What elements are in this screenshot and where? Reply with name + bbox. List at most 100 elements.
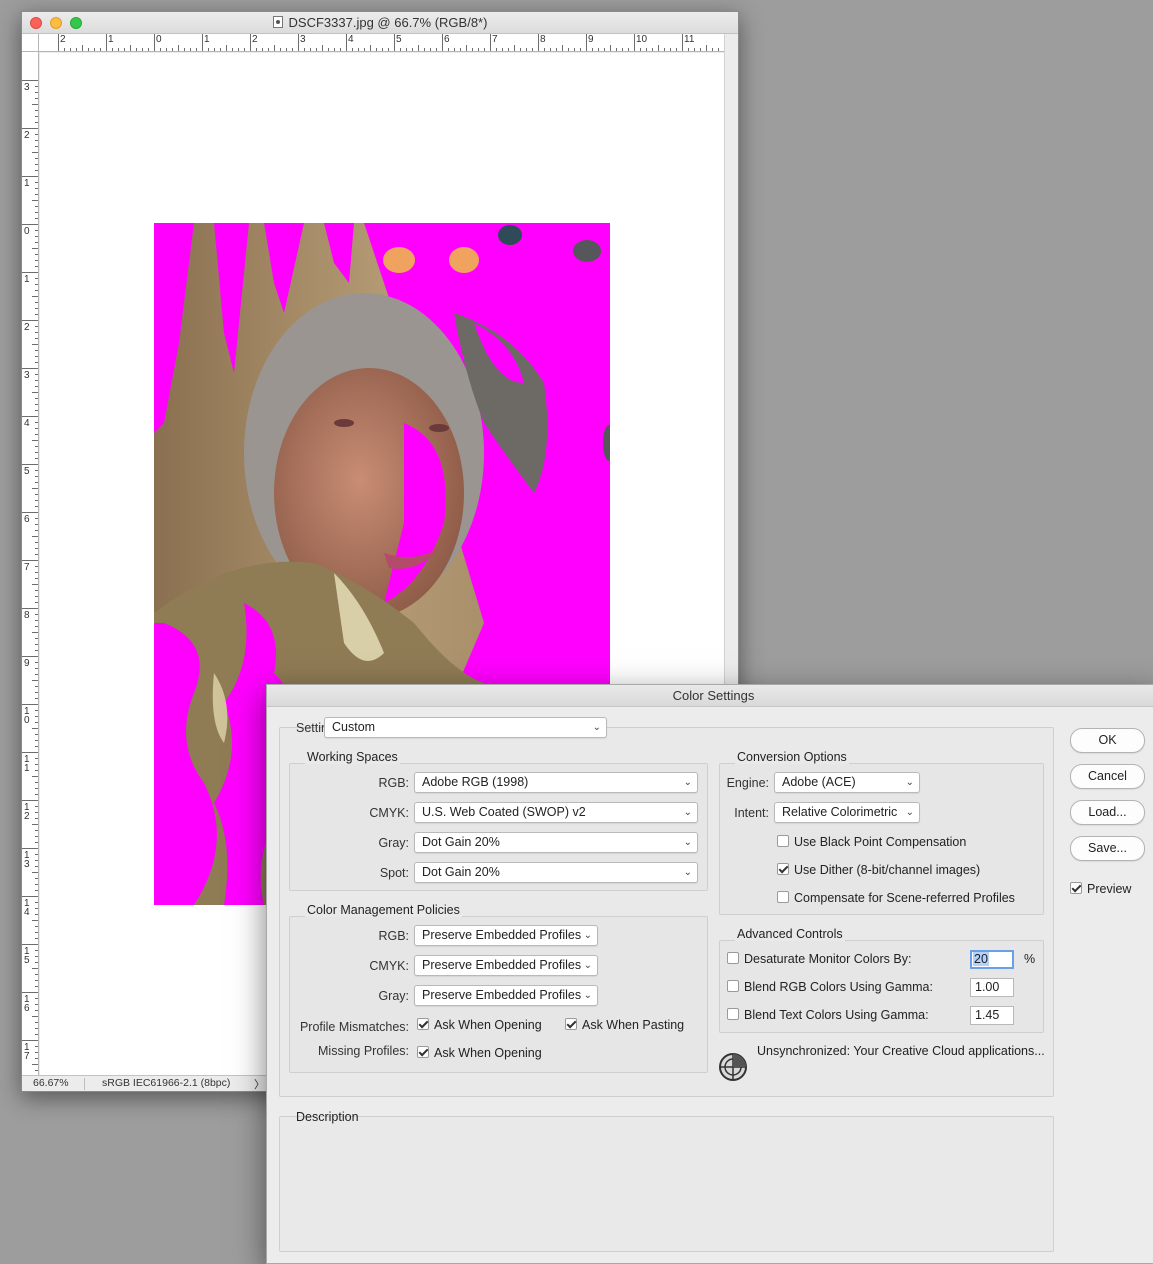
desaturate-checkbox[interactable] <box>727 952 739 964</box>
horizontal-ruler[interactable]: 2 1 0 1 2 3 4 5 6 7 8 9 10 11 <box>39 34 724 52</box>
sync-status-text: Unsynchronized: Your Creative Cloud appl… <box>757 1044 1045 1058</box>
status-menu-arrow-icon[interactable]: 〉 <box>254 1076 265 1092</box>
intent-dropdown[interactable]: Relative Colorimetric ⌄ <box>774 802 920 823</box>
ruler-minor-tick <box>400 48 401 51</box>
ws-spot-dropdown[interactable]: Dot Gain 20% ⌄ <box>414 862 698 883</box>
ruler-minor-tick <box>322 45 323 51</box>
ruler-minor-tick <box>35 338 38 339</box>
ruler-minor-tick <box>136 48 137 51</box>
ruler-minor-tick <box>35 302 38 303</box>
ruler-minor-tick <box>610 45 611 51</box>
dither-checkbox[interactable] <box>777 863 789 875</box>
mismatch-opening-label[interactable]: Ask When Opening <box>434 1018 542 1032</box>
ruler-minor-tick <box>35 158 38 159</box>
ruler-minor-tick <box>35 1022 38 1023</box>
missing-opening-label[interactable]: Ask When Opening <box>434 1046 542 1060</box>
policy-cmyk-dropdown[interactable]: Preserve Embedded Profiles ⌄ <box>414 955 598 976</box>
ruler-minor-tick <box>35 230 38 231</box>
save-button[interactable]: Save... <box>1070 836 1145 861</box>
settings-dropdown-value: Custom <box>332 720 376 734</box>
ruler-origin[interactable] <box>22 34 39 52</box>
black-point-label[interactable]: Use Black Point Compensation <box>794 835 966 849</box>
ruler-minor-tick <box>478 48 479 51</box>
ruler-minor-tick <box>160 48 161 51</box>
blend-rgb-input[interactable]: 1.00 <box>970 978 1014 997</box>
ws-gray-label: Gray: <box>378 836 409 850</box>
desaturate-label[interactable]: Desaturate Monitor Colors By: <box>744 952 911 966</box>
blend-text-checkbox[interactable] <box>727 1008 739 1020</box>
status-divider <box>84 1078 85 1090</box>
blend-text-input[interactable]: 1.45 <box>970 1006 1014 1025</box>
mismatch-pasting-label[interactable]: Ask When Pasting <box>582 1018 684 1032</box>
mismatch-opening-checkbox[interactable] <box>417 1018 429 1030</box>
ok-button[interactable]: OK <box>1070 728 1145 753</box>
mismatch-pasting-checkbox[interactable] <box>565 1018 577 1030</box>
ruler-major-tick <box>22 272 38 273</box>
description-box <box>279 1116 1054 1252</box>
ws-cmyk-label: CMYK: <box>369 806 409 820</box>
missing-opening-checkbox[interactable] <box>417 1046 429 1058</box>
ruler-major-tick <box>202 34 203 51</box>
policy-rgb-dropdown[interactable]: Preserve Embedded Profiles ⌄ <box>414 925 598 946</box>
ws-gray-dropdown[interactable]: Dot Gain 20% ⌄ <box>414 832 698 853</box>
ws-cmyk-dropdown[interactable]: U.S. Web Coated (SWOP) v2 ⌄ <box>414 802 698 823</box>
ws-spot-label: Spot: <box>379 866 409 880</box>
ruler-minor-tick <box>262 48 263 51</box>
ruler-minor-tick <box>424 48 425 51</box>
ruler-minor-tick <box>178 45 179 51</box>
ruler-label: 0 <box>156 34 162 45</box>
blend-rgb-label[interactable]: Blend RGB Colors Using Gamma: <box>744 980 933 994</box>
ws-gray-value: Dot Gain 20% <box>422 835 500 849</box>
working-spaces-title: Working Spaces <box>305 750 400 764</box>
vertical-ruler[interactable]: 32101234567891011121314151617 <box>22 52 39 1078</box>
ruler-minor-tick <box>35 260 38 261</box>
ruler-minor-tick <box>124 48 125 51</box>
blend-text-label[interactable]: Blend Text Colors Using Gamma: <box>744 1008 929 1022</box>
policy-gray-dropdown[interactable]: Preserve Embedded Profiles ⌄ <box>414 985 598 1006</box>
ruler-minor-tick <box>35 902 38 903</box>
ruler-minor-tick <box>652 48 653 51</box>
black-point-checkbox[interactable] <box>777 835 789 847</box>
ruler-label: 3 <box>24 859 30 870</box>
ruler-minor-tick <box>35 92 38 93</box>
ruler-minor-tick <box>35 722 38 723</box>
document-profile-info: sRGB IEC61966-2.1 (8bpc) <box>102 1077 231 1089</box>
ruler-label: 8 <box>540 34 546 45</box>
preview-checkbox[interactable] <box>1070 882 1082 894</box>
zoom-level[interactable]: 66.67% <box>33 1077 69 1089</box>
ruler-major-tick <box>22 512 38 513</box>
ruler-minor-tick <box>82 45 83 51</box>
dither-label[interactable]: Use Dither (8-bit/channel images) <box>794 863 980 877</box>
ruler-label: 5 <box>24 466 30 477</box>
ws-rgb-dropdown[interactable]: Adobe RGB (1998) ⌄ <box>414 772 698 793</box>
ruler-minor-tick <box>35 398 38 399</box>
dialog-title[interactable]: Color Settings <box>267 685 1153 707</box>
ruler-minor-tick <box>35 140 38 141</box>
document-titlebar[interactable]: DSCF3337.jpg @ 66.7% (RGB/8*) <box>22 12 738 34</box>
ruler-minor-tick <box>35 572 38 573</box>
settings-dropdown[interactable]: Custom ⌄ <box>324 717 607 738</box>
preview-label[interactable]: Preview <box>1087 882 1131 896</box>
ruler-minor-tick <box>35 806 38 807</box>
blend-rgb-checkbox[interactable] <box>727 980 739 992</box>
ruler-minor-tick <box>35 782 38 783</box>
ruler-minor-tick <box>112 48 113 51</box>
ruler-major-tick <box>22 80 38 81</box>
ruler-major-tick <box>22 560 38 561</box>
ruler-minor-tick <box>35 1058 38 1059</box>
ruler-label: 1 <box>24 178 30 189</box>
ruler-minor-tick <box>35 542 38 543</box>
ruler-minor-tick <box>35 842 38 843</box>
ruler-minor-tick <box>32 488 38 489</box>
ruler-minor-tick <box>208 48 209 51</box>
load-button[interactable]: Load... <box>1070 800 1145 825</box>
cancel-button[interactable]: Cancel <box>1070 764 1145 789</box>
ruler-minor-tick <box>94 48 95 51</box>
engine-dropdown[interactable]: Adobe (ACE) ⌄ <box>774 772 920 793</box>
ruler-minor-tick <box>35 692 38 693</box>
scene-referred-label[interactable]: Compensate for Scene-referred Profiles <box>794 891 1015 905</box>
scene-referred-checkbox[interactable] <box>777 891 789 903</box>
document-proxy-icon[interactable] <box>272 16 283 28</box>
desaturate-input[interactable]: 20 <box>970 950 1014 969</box>
ruler-minor-tick <box>35 1034 38 1035</box>
